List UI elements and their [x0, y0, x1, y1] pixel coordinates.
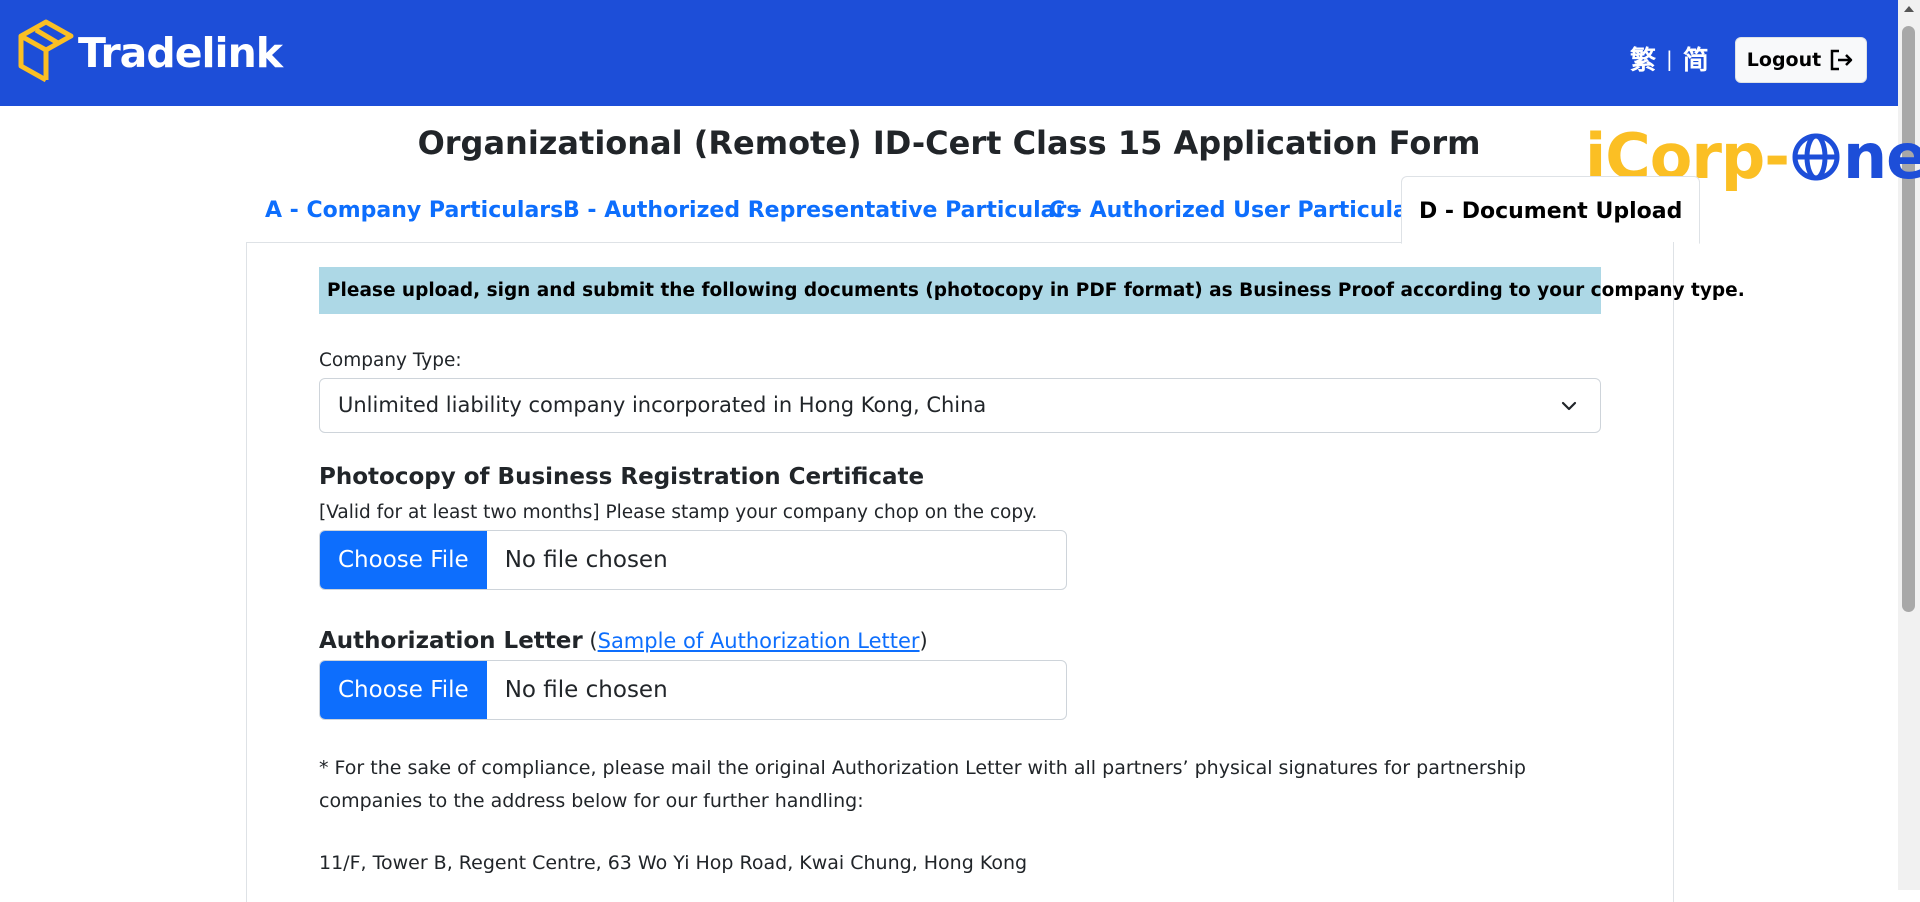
lang-separator: | [1666, 47, 1673, 71]
tradelink-box-icon [18, 19, 74, 83]
sample-auth-letter-link[interactable]: Sample of Authorization Letter [598, 629, 920, 653]
tab-authorized-user[interactable]: C - Authorized User Particulars [1049, 176, 1432, 243]
top-header: Tradelink 繁 | 简 Logout [0, 0, 1898, 106]
brand-name: Tradelink [78, 28, 283, 77]
logout-label: Logout [1746, 49, 1822, 71]
br-hint: [Valid for at least two months] Please s… [319, 502, 1038, 523]
mailing-address: 11/F, Tower B, Regent Centre, 63 Wo Yi H… [319, 852, 1028, 874]
br-file-status: No file chosen [504, 547, 668, 573]
info-alert: Please upload, sign and submit the follo… [319, 267, 1745, 314]
chevron-down-icon [1561, 401, 1577, 411]
brand-mark-part2: ne [1843, 120, 1920, 193]
br-choose-file-button[interactable]: Choose File [320, 531, 487, 589]
auth-close-paren: ) [919, 629, 928, 653]
lang-traditional-link[interactable]: 繁 [1630, 46, 1656, 76]
auth-letter-title: Authorization Letter [319, 628, 583, 654]
globe-icon [1792, 133, 1840, 181]
tab-company-particulars[interactable]: A - Company Particulars [265, 176, 563, 243]
company-type-select[interactable]: Unlimited liability company incorporated… [319, 378, 1601, 433]
logout-button[interactable]: Logout [1735, 37, 1867, 83]
compliance-note: * For the sake of compliance, please mai… [319, 757, 1526, 812]
logout-icon [1830, 49, 1853, 71]
auth-choose-file-button[interactable]: Choose File [320, 661, 487, 719]
br-file-input[interactable]: Choose File No file chosen [319, 530, 1067, 590]
company-type-label: Company Type: [319, 350, 462, 371]
tab-document-upload[interactable]: D - Document Upload [1401, 176, 1701, 244]
auth-open-paren: ( [582, 629, 598, 653]
scroll-up-icon[interactable] [1904, 6, 1914, 12]
company-type-value: Unlimited liability company incorporated… [338, 393, 987, 417]
lang-simplified-link[interactable]: 简 [1683, 46, 1709, 76]
tab-authorized-representative[interactable]: B - Authorized Representative Particular… [563, 176, 1079, 243]
auth-file-status: No file chosen [504, 677, 668, 703]
auth-letter-section-title: Authorization Letter (Sample of Authoriz… [319, 628, 928, 654]
auth-file-input[interactable]: Choose File No file chosen [319, 660, 1067, 720]
br-section-title: Photocopy of Business Registration Certi… [319, 464, 925, 490]
tradelink-logo[interactable]: Tradelink [16, 18, 283, 88]
form-tabs: A - Company Particulars B - Authorized R… [246, 176, 1701, 244]
language-switcher: 繁 | 简 [1630, 40, 1709, 77]
scroll-thumb[interactable] [1902, 26, 1915, 612]
